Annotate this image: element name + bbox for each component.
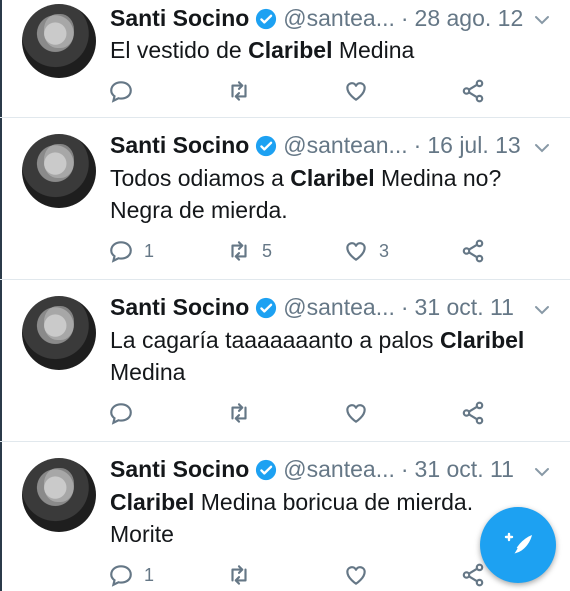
author-handle[interactable]: @santea... [283, 5, 395, 32]
like-button[interactable] [343, 562, 379, 588]
share-icon [462, 79, 484, 103]
separator: · [413, 132, 422, 158]
separator: · [400, 456, 409, 482]
tweet-text: Todos odiamos a Claribel Medina no? Negr… [110, 165, 502, 223]
like-icon [346, 404, 366, 423]
chevron-down-icon[interactable] [532, 300, 552, 320]
reply-button[interactable] [108, 400, 144, 426]
reply-icon [110, 403, 132, 425]
author-name[interactable]: Santi Socino [110, 132, 249, 159]
retweet-button[interactable] [226, 562, 262, 588]
avatar[interactable] [22, 458, 96, 532]
tweet-0[interactable]: Santi Socino @santea... · 28 ago. 12 El … [0, 0, 570, 118]
share-button[interactable] [460, 400, 486, 426]
reply-button[interactable] [108, 78, 144, 104]
share-button[interactable] [460, 238, 486, 264]
like-icon [346, 82, 366, 101]
tweet-date[interactable]: 31 oct. 11 [415, 456, 514, 483]
avatar[interactable] [22, 4, 96, 78]
verified-badge-icon [256, 135, 277, 156]
retweet-button[interactable]: 5 [226, 238, 272, 264]
share-icon [462, 239, 484, 263]
tweet-3[interactable]: Santi Socino @santea... · 31 oct. 11 Cla… [0, 442, 570, 591]
author-handle[interactable]: @santean... [283, 132, 407, 159]
retweet-icon [231, 403, 247, 423]
tweet-1[interactable]: Santi Socino @santean... · 16 jul. 13 To… [0, 118, 570, 280]
reply-icon [110, 565, 132, 587]
reply-count: 1 [144, 240, 155, 261]
verified-badge-icon [256, 459, 277, 480]
avatar[interactable] [22, 134, 96, 208]
reply-button[interactable]: 1 [108, 562, 154, 588]
tweet-header: Santi Socino @santea... · 31 oct. 11 [110, 456, 514, 483]
retweet-count: 5 [262, 240, 273, 261]
author-name[interactable]: Santi Socino [110, 294, 249, 321]
tweet-text: Claribel Medina boricua de mierda. Morit… [110, 489, 474, 547]
reply-button[interactable]: 1 [108, 238, 154, 264]
tweet-actions: 1 [108, 562, 508, 590]
separator: · [400, 294, 409, 320]
tweet-date[interactable]: 16 jul. 13 [427, 132, 520, 159]
retweet-icon [231, 565, 247, 585]
chevron-down-icon[interactable] [532, 462, 552, 482]
chevron-down-icon[interactable] [532, 10, 552, 30]
reply-icon [110, 241, 132, 263]
tweet-2[interactable]: Santi Socino @santea... · 31 oct. 11 La … [0, 280, 570, 442]
tweet-header: Santi Socino @santean... · 16 jul. 13 [110, 132, 521, 159]
like-button[interactable] [343, 78, 379, 104]
compose-tweet-icon [504, 532, 532, 559]
like-button[interactable] [343, 400, 379, 426]
verified-badge-icon [256, 297, 277, 318]
like-icon [346, 242, 366, 261]
retweet-button[interactable] [226, 400, 262, 426]
like-count: 3 [379, 240, 390, 261]
tweet-actions: 1 5 3 [108, 238, 508, 266]
tweet-date[interactable]: 31 oct. 11 [415, 294, 514, 321]
author-handle[interactable]: @santea... [283, 456, 395, 483]
like-button[interactable]: 3 [343, 238, 389, 264]
tweet-text: La cagaría taaaaaaanto a palos Claribel … [110, 327, 525, 385]
share-icon [462, 563, 484, 587]
retweet-icon [231, 241, 247, 261]
share-button[interactable] [460, 562, 486, 588]
tweet-header: Santi Socino @santea... · 28 ago. 12 [110, 5, 523, 32]
tweet-header: Santi Socino @santea... · 31 oct. 11 [110, 294, 514, 321]
separator: · [400, 5, 409, 31]
retweet-button[interactable] [226, 78, 262, 104]
compose-tweet-button[interactable] [480, 507, 556, 583]
share-button[interactable] [460, 78, 486, 104]
tweet-text: El vestido de Claribel Medina [110, 37, 415, 63]
tweet-actions [108, 78, 508, 106]
tweet-actions [108, 400, 508, 428]
share-icon [462, 401, 484, 425]
tweet-date[interactable]: 28 ago. 12 [415, 5, 524, 32]
retweet-icon [231, 81, 247, 101]
author-name[interactable]: Santi Socino [110, 5, 249, 32]
reply-icon [110, 81, 132, 103]
author-name[interactable]: Santi Socino [110, 456, 249, 483]
chevron-down-icon[interactable] [532, 138, 552, 158]
like-icon [346, 566, 366, 585]
verified-badge-icon [256, 8, 277, 29]
author-handle[interactable]: @santea... [283, 294, 395, 321]
reply-count: 1 [144, 564, 155, 585]
avatar[interactable] [22, 296, 96, 370]
